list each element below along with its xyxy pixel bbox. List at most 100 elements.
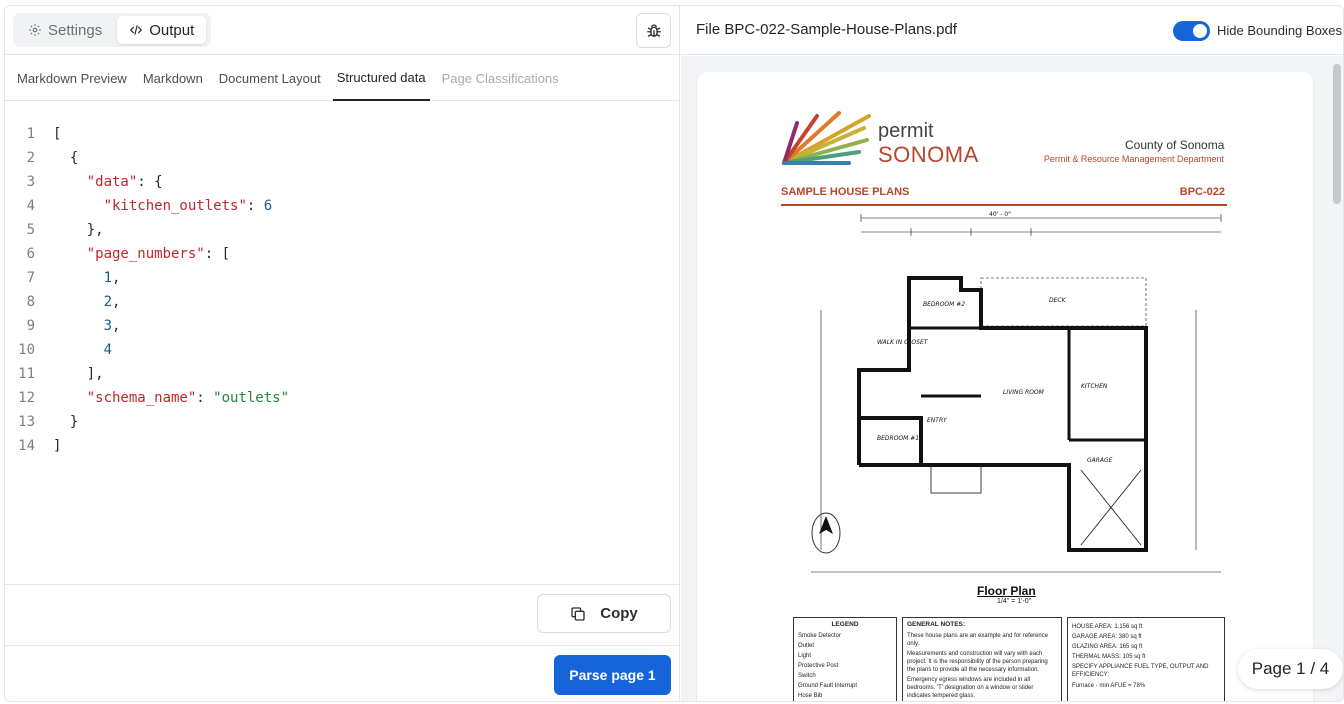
line-number: 7 xyxy=(26,270,35,286)
notes-title: GENERAL NOTES: xyxy=(907,621,966,628)
copy-icon xyxy=(571,606,585,621)
pdf-plan-scale: 1/4" = 1'-0" xyxy=(997,598,1032,605)
pdf-text-line: Protective Post xyxy=(798,663,839,670)
pdf-text-line: Ground Fault Interrupt xyxy=(798,683,858,690)
code-line: 12 "schema_name": "outlets" xyxy=(5,386,680,410)
code-line: 10 4 xyxy=(5,338,680,362)
code-text: 3, xyxy=(53,318,121,334)
code-text: 4 xyxy=(53,342,112,358)
parse-bar: Parse page 1 xyxy=(5,645,680,701)
room-label: ENTRY xyxy=(927,417,948,424)
pdf-text-line: GLAZING AREA: 165 sq ft xyxy=(1072,644,1143,651)
file-name: File BPC-022-Sample-House-Plans.pdf xyxy=(696,21,957,38)
output-tab-label: Output xyxy=(149,21,195,39)
room-label: LIVING ROOM xyxy=(1003,389,1045,396)
tab-page-classifications: Page Classifications xyxy=(441,71,559,86)
code-text: "schema_name": "outlets" xyxy=(53,390,289,406)
parse-page-button[interactable]: Parse page 1 xyxy=(554,655,671,695)
pdf-legend: LEGEND Smoke Detector Outlet Light Protecti… xyxy=(793,617,897,701)
line-number: 8 xyxy=(26,294,35,310)
copy-bar: Copy xyxy=(5,584,680,645)
pdf-code: BPC-022 xyxy=(1179,186,1225,198)
line-number: 12 xyxy=(18,390,35,406)
settings-tab[interactable]: Settings xyxy=(16,16,114,44)
code-token: 6 xyxy=(263,198,273,214)
pdf-text-line: Light xyxy=(798,652,812,659)
pdf-logo-permit: permit xyxy=(878,120,934,142)
gear-icon xyxy=(29,24,41,36)
line-number: 9 xyxy=(26,318,35,334)
tab-markdown-preview[interactable]: Markdown Preview xyxy=(13,56,131,101)
pdf-department: Permit & Resource Management Department xyxy=(1043,154,1224,164)
pdf-general-notes: GENERAL NOTES: These house plans are an … xyxy=(902,617,1062,701)
settings-tab-label: Settings xyxy=(48,21,103,39)
code-token: : [ xyxy=(204,246,231,262)
code-token: } xyxy=(53,414,79,430)
view-tabs: Markdown Preview Markdown Document Layou… xyxy=(5,56,680,101)
bounding-box-toggle[interactable] xyxy=(1173,21,1210,41)
pdf-text-line: Emergency egress windows are included in… xyxy=(907,677,1034,700)
code-text: ] xyxy=(53,438,61,454)
room-label: DECK xyxy=(1049,297,1067,304)
document-header: File BPC-022-Sample-House-Plans.pdf Hide… xyxy=(681,6,1343,55)
line-number: 6 xyxy=(26,246,35,262)
code-line: 2 { xyxy=(5,146,680,170)
code-text: 2, xyxy=(53,294,121,310)
code-token: ] xyxy=(53,438,62,454)
output-tab[interactable]: Output xyxy=(117,16,207,44)
line-number: 3 xyxy=(26,174,35,190)
pdf-text-line: Smoke Detector xyxy=(798,632,842,639)
room-label: KITCHEN xyxy=(1081,383,1108,390)
code-line: 1[ xyxy=(5,122,680,146)
code-token: : { xyxy=(137,174,163,190)
tab-structured-data[interactable]: Structured data xyxy=(332,56,430,101)
pdf-text-line: These house plans are an example and for… xyxy=(907,632,1049,647)
code-line: 5 }, xyxy=(5,218,680,242)
pdf-viewer[interactable]: permit SONOMA County of Sonoma Permit & … xyxy=(681,56,1343,701)
panel-toolbar: Settings Output xyxy=(5,6,680,55)
pdf-text-line: Furnace - min AFUE = 78% xyxy=(1072,682,1146,689)
line-number: 14 xyxy=(18,438,35,454)
room-label: WALK IN CLOSET xyxy=(877,339,929,346)
debug-button[interactable] xyxy=(636,13,671,48)
tab-markdown[interactable]: Markdown xyxy=(139,56,207,101)
code-token: "data" xyxy=(86,174,138,190)
code-token: 4 xyxy=(103,342,113,358)
tab-document-layout[interactable]: Document Layout xyxy=(215,56,325,101)
mode-switch: Settings Output xyxy=(13,13,211,47)
code-token: "outlets" xyxy=(213,390,290,406)
area-lines: HOUSE AREA: 1,156 sq ft GARAGE AREA: 380 … xyxy=(1072,623,1220,690)
code-line: 14] xyxy=(5,434,680,458)
floor-plan-drawing: BEDROOM #2 DECK WALK IN CLOSET LIVING RO… xyxy=(811,211,1222,573)
code-line: 13 } xyxy=(5,410,680,434)
toggle-knob xyxy=(1193,24,1207,38)
pdf-area-table: HOUSE AREA: 1,156 sq ft GARAGE AREA: 380 … xyxy=(1067,617,1225,701)
json-code-view: 1[2 {3 "data": {4 "kitchen_outlets": 65 … xyxy=(5,102,680,584)
permit-sonoma-logo xyxy=(782,111,871,165)
code-line: 11 ], xyxy=(5,362,680,386)
code-token: 2 xyxy=(103,294,113,310)
room-label: BEDROOM #1 xyxy=(877,435,919,442)
pdf-title: SAMPLE HOUSE PLANS xyxy=(781,186,910,198)
line-number: 13 xyxy=(18,414,35,430)
pdf-page: permit SONOMA County of Sonoma Permit & … xyxy=(697,72,1313,701)
document-panel: File BPC-022-Sample-House-Plans.pdf Hide… xyxy=(681,6,1343,701)
pdf-text-line: GARAGE AREA: 380 sq ft xyxy=(1072,634,1142,641)
code-token: ], xyxy=(53,366,104,382)
copy-button[interactable]: Copy xyxy=(537,594,671,633)
code-token: : xyxy=(246,198,264,214)
code-line: 9 3, xyxy=(5,314,680,338)
app-frame: Settings Output Markdown Preview Markdow… xyxy=(4,5,1344,702)
output-panel: Settings Output Markdown Preview Markdow… xyxy=(5,6,680,701)
room-label: GARAGE xyxy=(1087,457,1113,464)
code-text: 1, xyxy=(53,270,121,286)
code-line: 8 2, xyxy=(5,290,680,314)
viewer-scrollbar[interactable] xyxy=(1333,64,1341,204)
pdf-text-line: THERMAL MASS: 105 sq ft xyxy=(1072,654,1146,661)
